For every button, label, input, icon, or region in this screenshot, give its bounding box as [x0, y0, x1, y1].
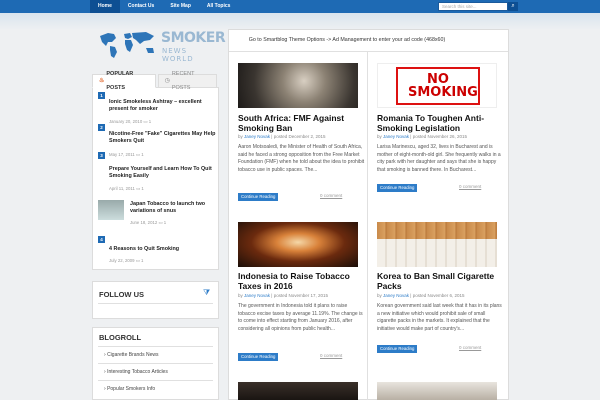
- rank-badge: 1: [98, 92, 105, 99]
- rank-badge: 4: [98, 236, 105, 243]
- nav-contact-us[interactable]: Contact Us: [120, 0, 162, 13]
- tab-label: RECENT POSTS: [171, 71, 195, 91]
- logo-text-sub: NEWS WORLD: [162, 47, 194, 63]
- nav-all-topics[interactable]: All Topics: [199, 0, 239, 13]
- search-input[interactable]: Search this site...: [438, 2, 508, 11]
- rank-badge: 2: [98, 124, 105, 131]
- rss-icon[interactable]: ⧩: [203, 289, 211, 297]
- post-image[interactable]: NO SMOKING: [377, 63, 497, 108]
- comment-icon: ▭: [143, 119, 148, 124]
- post-title[interactable]: Romania To Toughen Anti-Smoking Legislat…: [377, 113, 502, 133]
- divider: [229, 51, 508, 52]
- continue-reading-button[interactable]: Continue Reading: [238, 353, 279, 361]
- popular-item-title[interactable]: Ionic Smokeless Ashtray – excellent pres…: [109, 99, 217, 113]
- post-byline: by Janey Novak | posted November 6, 2015: [377, 293, 465, 298]
- divider: [98, 346, 213, 347]
- comment-icon: ▭: [135, 258, 140, 263]
- follow-us-widget: [92, 281, 219, 319]
- sign-text: NO SMOKING: [408, 72, 478, 100]
- post-byline: by Janey Novak | posted December 2, 2015: [238, 134, 326, 139]
- comments-link[interactable]: 0 comment: [459, 345, 481, 350]
- post-image[interactable]: [238, 222, 358, 267]
- no-smoking-sign: NO SMOKING: [396, 67, 480, 105]
- post-image[interactable]: [377, 382, 497, 400]
- post-excerpt: Korean government said last week that it…: [377, 303, 502, 332]
- popular-item-title[interactable]: 4 Reasons to Quit Smoking: [109, 246, 217, 253]
- popular-item-title[interactable]: Prepare Yourself and Learn How To Quit S…: [109, 166, 217, 180]
- popular-item-date: April 11, 2011 ▭ 1: [109, 186, 144, 191]
- post-byline: by Janey Novak | posted November 26, 201…: [377, 134, 468, 139]
- nav-home[interactable]: Home: [90, 0, 120, 13]
- ad-placeholder[interactable]: Go to Smartblog Theme Options -> Ad Mana…: [232, 37, 462, 43]
- popular-item-date: January 20, 2010 ▭ 1: [109, 119, 152, 124]
- post-title[interactable]: Korea to Ban Small Cigarette Packs: [377, 271, 502, 291]
- post-image[interactable]: [238, 382, 358, 400]
- post-image[interactable]: [238, 63, 358, 108]
- author-link[interactable]: Janey Novak: [244, 134, 270, 139]
- blogroll-title: BLOGROLL: [99, 333, 142, 342]
- post-image[interactable]: [377, 222, 497, 267]
- sidebar-tabs: ♨ POPULAR POSTS ◷ RECENT POSTS: [92, 71, 219, 91]
- author-link[interactable]: Janey Novak: [383, 293, 409, 298]
- post-thumbnail[interactable]: [98, 200, 124, 220]
- divider: [98, 303, 213, 304]
- continue-reading-button[interactable]: Continue Reading: [377, 184, 418, 192]
- blogroll-link[interactable]: › Interesting Tobacco Articles: [104, 369, 168, 375]
- popular-item-date: May 17, 2011 ▭ 1: [109, 152, 144, 157]
- continue-reading-button[interactable]: Continue Reading: [238, 193, 279, 201]
- search-button[interactable]: ⌕: [508, 2, 518, 11]
- comment-icon: ▭: [158, 220, 163, 225]
- post-excerpt: Aaron Motsoaledi, the Minister of Health…: [238, 144, 365, 173]
- post-excerpt: Larisa Marinescu, aged 32, lives in Buch…: [377, 144, 501, 173]
- blogroll-link[interactable]: › Popular Smokers Info: [104, 386, 155, 392]
- tab-recent-posts[interactable]: ◷ RECENT POSTS: [157, 71, 217, 91]
- follow-us-title: FOLLOW US: [99, 290, 144, 299]
- tab-popular-posts[interactable]: ♨ POPULAR POSTS: [92, 71, 156, 91]
- rank-badge: 3: [98, 152, 105, 159]
- post-excerpt: The government in Indonesia told it plan…: [238, 303, 363, 332]
- comment-icon: ▭: [136, 186, 141, 191]
- flame-icon: ♨: [99, 78, 105, 84]
- comments-link[interactable]: 0 comment: [320, 353, 342, 358]
- post-byline: by Janey Novak | posted November 17, 201…: [238, 293, 329, 298]
- column-divider: [367, 51, 368, 400]
- tab-label: POPULAR POSTS: [106, 71, 134, 91]
- divider: [98, 363, 213, 364]
- comments-link[interactable]: 0 comment: [459, 184, 481, 189]
- world-map-icon: [100, 32, 154, 58]
- nav-site-map[interactable]: Site Map: [162, 0, 199, 13]
- divider: [98, 380, 213, 381]
- main-nav: Home Contact Us Site Map All Topics: [90, 0, 238, 13]
- comment-icon: ▭: [135, 152, 140, 157]
- header-background: [0, 13, 600, 30]
- popular-item-date: June 18, 2012 ▭ 1: [130, 220, 167, 225]
- popular-item-title[interactable]: Japan Tobacco to launch two variations o…: [130, 201, 215, 215]
- continue-reading-button[interactable]: Continue Reading: [377, 345, 418, 353]
- cigarette-filters: [377, 222, 497, 239]
- popular-item-date: July 22, 2009 ▭ 1: [109, 258, 144, 263]
- clock-icon: ◷: [164, 78, 170, 84]
- author-link[interactable]: Janey Novak: [383, 134, 409, 139]
- search-icon: ⌕: [511, 3, 515, 9]
- post-title[interactable]: South Africa: FMF Against Smoking Ban: [238, 113, 363, 133]
- site-logo[interactable]: SMOKER NEWS WORLD: [98, 30, 226, 70]
- post-title[interactable]: Indonesia to Raise Tobacco Taxes in 2016: [238, 271, 363, 291]
- blogroll-link[interactable]: › Cigarette Brands News: [104, 352, 158, 358]
- logo-text-main: SMOKER: [161, 30, 226, 46]
- author-link[interactable]: Janey Novak: [244, 293, 270, 298]
- comments-link[interactable]: 0 comment: [320, 193, 342, 198]
- popular-item-title[interactable]: Nicotine-Free "Fake" Cigarettes May Help…: [109, 131, 217, 145]
